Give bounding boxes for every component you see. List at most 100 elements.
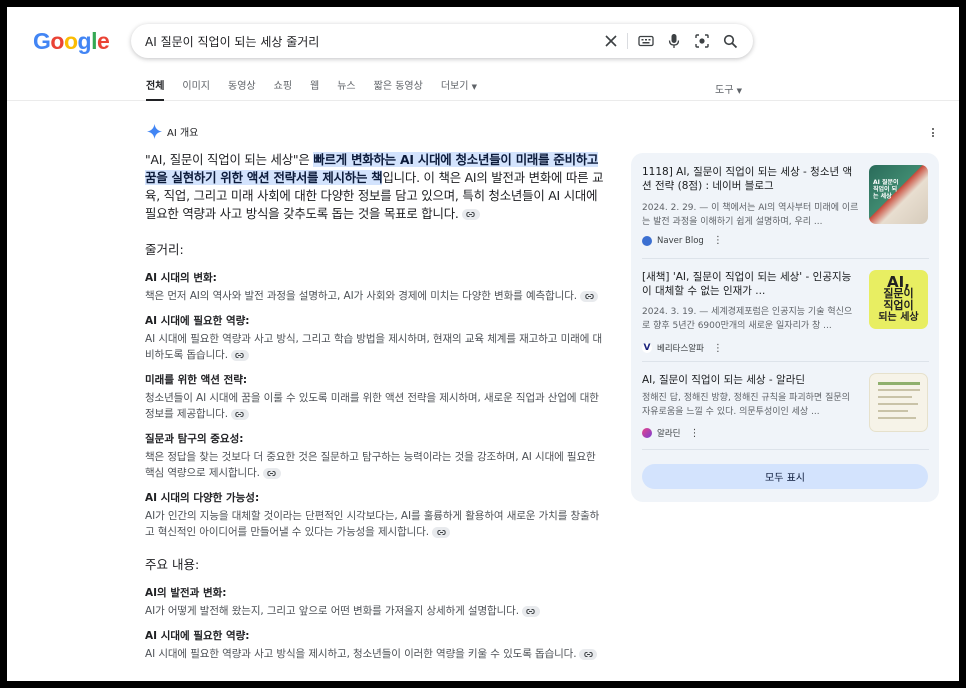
gemini-sparkle-icon <box>147 124 162 139</box>
ai-overview-header: AI 개요 <box>147 124 198 139</box>
list-item-title: AI 시대의 다양한 가능성: <box>145 492 260 504</box>
source-site: 알라딘 ⋮ <box>642 427 699 439</box>
link-icon[interactable] <box>580 290 599 302</box>
tools-button[interactable]: 도구 ▼ <box>715 81 742 96</box>
link-icon[interactable] <box>230 408 249 420</box>
thumbnail-title: AI, 질문이 직업이 되는 세상 <box>869 275 928 324</box>
caret-down-icon: ▼ <box>736 87 742 95</box>
source-site: V 베리타스알파 ⋮ <box>642 342 723 354</box>
source-snippet: 2024. 3. 19. — 세계경제포럼은 인공지능 기술 혁신으로 향후 5… <box>642 307 853 331</box>
ai-overview-content: "AI, 질문이 직업이 되는 세상"은 빠르게 변화하는 AI 시대에 청소년… <box>145 151 607 671</box>
clear-icon[interactable] <box>601 31 621 51</box>
link-icon[interactable] <box>461 209 480 220</box>
source-snippet: 2024. 2. 29. — 이 책에서는 AI의 역사부터 미래에 이르는 발… <box>642 203 859 227</box>
ai-overview-label: AI 개요 <box>167 128 199 139</box>
sources-panel: 1118] AI, 질문이 직업이 되는 세상 - 청소년 액션 전략 (8점)… <box>631 153 939 502</box>
list-item-text: AI가 어떻게 발전해 왔는지, 그리고 앞으로 어떤 변화를 가져올지 상세하… <box>145 605 519 617</box>
source-site-name: 베리타스알파 <box>657 344 704 354</box>
section-title-main: 주요 내용: <box>145 557 200 572</box>
list-item-text: AI 시대에 필요한 역량과 사고 방식, 그리고 학습 방법을 제시하며, 현… <box>145 333 603 361</box>
search-tabs: 전체 이미지 동영상 쇼핑 웹 뉴스 짧은 동영상 더보기 ▼ <box>146 81 477 101</box>
divider <box>642 258 929 259</box>
veritas-alpha-favicon-icon: V <box>642 343 652 353</box>
divider <box>642 361 929 362</box>
divider <box>642 449 929 450</box>
thumbnail-text: AI 질문이 직업이 되는 세상 <box>873 179 899 200</box>
search-header: Google AI 질문이 직업이 되는 세상 줄거리 전체 이미지 동영상 쇼… <box>7 7 959 101</box>
aladin-favicon-icon <box>642 428 652 438</box>
source-site-name: 알라딘 <box>657 429 681 439</box>
list-item-body: AI가 인간의 지능을 대체할 것이라는 단편적인 시각보다는, AI를 훌륭하… <box>145 508 607 540</box>
link-icon[interactable] <box>262 467 281 479</box>
list-item-title: AI 시대에 필요한 역량: <box>145 315 250 327</box>
list-item-title: 질문과 탐구의 중요성: <box>145 433 244 445</box>
thumbnail-decoration <box>878 396 912 398</box>
tab-more-label: 더보기 <box>440 81 469 92</box>
tab-more[interactable]: 더보기 ▼ <box>441 81 477 101</box>
search-input[interactable]: AI 질문이 직업이 되는 세상 줄거리 <box>145 33 319 50</box>
tab-short-videos[interactable]: 짧은 동영상 <box>374 81 423 101</box>
caret-down-icon: ▼ <box>471 83 478 91</box>
thumbnail-decoration <box>878 382 920 385</box>
source-thumbnail[interactable]: AI, 질문이 직업이 되는 세상 <box>869 270 928 329</box>
tab-all[interactable]: 전체 <box>146 81 165 101</box>
list-item-text: AI 시대에 필요한 역량과 사고 방식을 제시하고, 청소년들이 이러한 역량… <box>145 648 577 660</box>
list-item-body: 청소년들이 AI 시대에 꿈을 이룰 수 있도록 미래를 위한 액션 전략을 제… <box>145 390 607 422</box>
list-item-body: AI가 어떻게 발전해 왔는지, 그리고 앞으로 어떤 변화를 가져올지 상세하… <box>145 603 607 619</box>
thumbnail-text: 직업이 <box>883 299 914 312</box>
google-logo[interactable]: Google <box>33 28 110 55</box>
list-item-text: 책은 정답을 찾는 것보다 더 중요한 것은 질문하고 탐구하는 능력이라는 것… <box>145 451 596 479</box>
more-options-icon[interactable]: ⋮ <box>689 428 699 439</box>
more-options-icon[interactable]: ⋮ <box>713 343 723 354</box>
ai-overview-intro: "AI, 질문이 직업이 되는 세상"은 빠르게 변화하는 AI 시대에 청소년… <box>145 151 607 223</box>
source-snippet: 정해진 답, 정해진 방향, 정해진 규칙을 파괴하면 질문의 자유로움을 느낄… <box>642 393 850 417</box>
tab-web[interactable]: 웹 <box>310 81 319 101</box>
source-title[interactable]: [새책] 'AI, 질문이 직업이 되는 세상' - 인공지능이 대체할 수 없… <box>642 270 856 298</box>
more-options-icon[interactable]: ⋮ <box>713 235 723 246</box>
tab-videos[interactable]: 동영상 <box>228 81 256 101</box>
list-item-title: 미래를 위한 액션 전략: <box>145 374 248 386</box>
list-item-body: AI 시대에 필요한 역량과 사고 방식, 그리고 학습 방법을 제시하며, 현… <box>145 331 607 363</box>
source-thumbnail[interactable]: AI 질문이 직업이 되는 세상 <box>869 165 928 224</box>
show-all-button[interactable]: 모두 표시 <box>642 464 928 489</box>
naver-blog-favicon-icon <box>642 235 652 246</box>
list-item-text: 청소년들이 AI 시대에 꿈을 이룰 수 있도록 미래를 위한 액션 전략을 제… <box>145 392 599 420</box>
search-icon[interactable] <box>720 31 740 51</box>
list-item-body: 책은 정답을 찾는 것보다 더 중요한 것은 질문하고 탐구하는 능력이라는 것… <box>145 449 607 481</box>
browser-viewport: Google AI 질문이 직업이 되는 세상 줄거리 전체 이미지 동영상 쇼… <box>7 7 959 681</box>
thumbnail-decoration <box>878 389 920 391</box>
lens-camera-icon[interactable] <box>692 31 712 51</box>
source-title[interactable]: 1118] AI, 질문이 직업이 되는 세상 - 청소년 액션 전략 (8점)… <box>642 165 856 193</box>
tools-label: 도구 <box>715 85 734 96</box>
thumbnail-decoration <box>878 410 908 412</box>
plot-list: AI 시대의 변화: 책은 먼저 AI의 역사와 발전 과정을 설명하고, AI가… <box>145 270 607 540</box>
link-icon[interactable] <box>521 605 540 617</box>
microphone-icon[interactable] <box>664 31 684 51</box>
keyboard-icon[interactable] <box>636 31 656 51</box>
link-icon[interactable] <box>579 648 598 660</box>
main-content-list: AI의 발전과 변화: AI가 어떻게 발전해 왔는지, 그리고 앞으로 어떤 변… <box>145 585 607 662</box>
section-title-plot: 줄거리: <box>145 242 184 257</box>
list-item-title: AI의 발전과 변화: <box>145 587 227 599</box>
list-item-body: 책은 먼저 AI의 역사와 발전 과정을 설명하고, AI가 사회와 경제에 미… <box>145 288 607 304</box>
tab-images[interactable]: 이미지 <box>182 81 210 101</box>
list-item-title: AI 시대에 필요한 역량: <box>145 630 250 642</box>
list-item-text: AI가 인간의 지능을 대체할 것이라는 단편적인 시각보다는, AI를 훌륭하… <box>145 510 600 538</box>
link-icon[interactable] <box>230 349 249 361</box>
tab-news[interactable]: 뉴스 <box>337 81 355 101</box>
source-site: Naver Blog ⋮ <box>642 235 723 246</box>
intro-prefix: "AI, 질문이 직업이 되는 세상"은 <box>145 152 314 167</box>
list-item-body: AI 시대에 필요한 역량과 사고 방식을 제시하고, 청소년들이 이러한 역량… <box>145 646 607 662</box>
thumbnail-text: 되는 세상 <box>878 312 919 323</box>
search-divider <box>627 33 628 49</box>
link-icon[interactable] <box>432 526 451 538</box>
more-options-icon[interactable] <box>928 127 938 139</box>
search-box[interactable]: AI 질문이 직업이 되는 세상 줄거리 <box>131 24 753 58</box>
thumbnail-decoration <box>878 417 916 419</box>
tab-shopping[interactable]: 쇼핑 <box>274 81 292 101</box>
source-title[interactable]: AI, 질문이 직업이 되는 세상 - 알라딘 <box>642 373 856 387</box>
list-item-title: AI 시대의 변화: <box>145 272 217 284</box>
list-item-text: 책은 먼저 AI의 역사와 발전 과정을 설명하고, AI가 사회와 경제에 미… <box>145 290 578 302</box>
thumbnail-decoration <box>878 403 918 405</box>
source-thumbnail[interactable] <box>869 373 928 432</box>
